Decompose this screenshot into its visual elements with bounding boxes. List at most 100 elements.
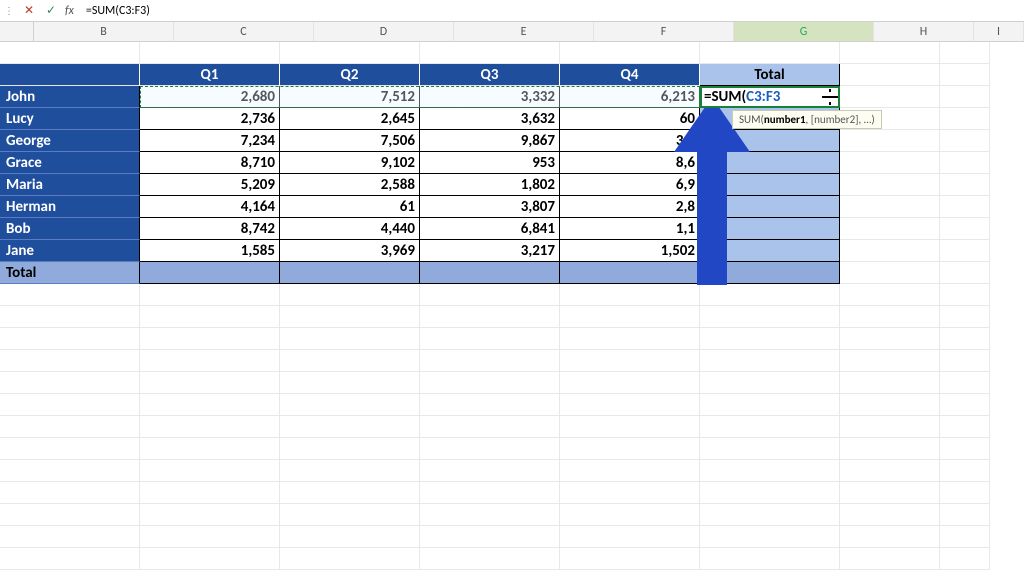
- cell[interactable]: [840, 482, 940, 504]
- cell[interactable]: [0, 284, 140, 306]
- cell[interactable]: 5,209: [140, 174, 280, 196]
- row-name[interactable]: George: [0, 130, 140, 152]
- col-header-I[interactable]: I: [974, 22, 1024, 41]
- cell[interactable]: 3,217: [420, 240, 560, 262]
- cell[interactable]: [420, 42, 560, 64]
- cell[interactable]: [420, 394, 560, 416]
- cell[interactable]: [840, 284, 940, 306]
- cell[interactable]: [940, 240, 990, 262]
- cell[interactable]: [940, 460, 990, 482]
- cell[interactable]: 6,841: [420, 218, 560, 240]
- cell[interactable]: [140, 394, 280, 416]
- cell[interactable]: [840, 218, 940, 240]
- cell[interactable]: [420, 350, 560, 372]
- formula-input[interactable]: =SUM(C3:F3): [80, 4, 1024, 18]
- cell[interactable]: [840, 394, 940, 416]
- cell[interactable]: 3,8: [560, 130, 700, 152]
- cell-total-row[interactable]: [420, 262, 560, 284]
- cell[interactable]: [840, 152, 940, 174]
- cell[interactable]: 2,645: [280, 108, 420, 130]
- cell[interactable]: 3,332: [420, 86, 560, 108]
- cell[interactable]: [940, 548, 990, 570]
- cell[interactable]: [420, 372, 560, 394]
- row-name[interactable]: Grace: [0, 152, 140, 174]
- row-total-label[interactable]: Total: [0, 262, 140, 284]
- col-header-H[interactable]: H: [874, 22, 974, 41]
- cell[interactable]: [560, 328, 700, 350]
- col-header-G[interactable]: G: [734, 22, 874, 41]
- cell[interactable]: [840, 306, 940, 328]
- cell[interactable]: [840, 196, 940, 218]
- cell[interactable]: [700, 504, 840, 526]
- cell[interactable]: [700, 372, 840, 394]
- cell[interactable]: [700, 526, 840, 548]
- cell[interactable]: [280, 328, 420, 350]
- cell[interactable]: [840, 350, 940, 372]
- cell[interactable]: [700, 548, 840, 570]
- cell[interactable]: [280, 284, 420, 306]
- cell[interactable]: 7,512: [280, 86, 420, 108]
- cell[interactable]: [140, 328, 280, 350]
- row-name[interactable]: Jane: [0, 240, 140, 262]
- cell[interactable]: 8,710: [140, 152, 280, 174]
- cell[interactable]: [420, 548, 560, 570]
- cell[interactable]: 1,802: [420, 174, 560, 196]
- row-name[interactable]: Maria: [0, 174, 140, 196]
- cell[interactable]: [140, 350, 280, 372]
- cell[interactable]: [560, 504, 700, 526]
- cell[interactable]: [560, 438, 700, 460]
- cell[interactable]: 60: [560, 108, 700, 130]
- cell[interactable]: [420, 526, 560, 548]
- cell[interactable]: [280, 526, 420, 548]
- cell[interactable]: [0, 482, 140, 504]
- cell[interactable]: [700, 460, 840, 482]
- cell-total[interactable]: [700, 130, 840, 152]
- cell[interactable]: [840, 86, 940, 108]
- cell[interactable]: [280, 416, 420, 438]
- cell[interactable]: 7,234: [140, 130, 280, 152]
- cell-total[interactable]: [700, 152, 840, 174]
- cell-total-row[interactable]: [280, 262, 420, 284]
- cell-grand-total[interactable]: [700, 262, 840, 284]
- cell[interactable]: [840, 438, 940, 460]
- cell-total-row[interactable]: [560, 262, 700, 284]
- cell[interactable]: [0, 372, 140, 394]
- cell[interactable]: 6,9: [560, 174, 700, 196]
- cell[interactable]: [840, 504, 940, 526]
- cell[interactable]: [560, 526, 700, 548]
- cell[interactable]: [940, 416, 990, 438]
- cell[interactable]: 8,6: [560, 152, 700, 174]
- cell[interactable]: [840, 328, 940, 350]
- col-header-D[interactable]: D: [314, 22, 454, 41]
- header-q4[interactable]: Q4: [560, 64, 700, 86]
- cell[interactable]: [140, 284, 280, 306]
- cell[interactable]: 6,213: [560, 86, 700, 108]
- cell[interactable]: [840, 64, 940, 86]
- cell[interactable]: [840, 460, 940, 482]
- cell[interactable]: [560, 482, 700, 504]
- cell[interactable]: [140, 438, 280, 460]
- cell[interactable]: [940, 262, 990, 284]
- cell[interactable]: 3,807: [420, 196, 560, 218]
- cell[interactable]: [940, 526, 990, 548]
- cell[interactable]: 3,969: [280, 240, 420, 262]
- cell[interactable]: [940, 328, 990, 350]
- cell[interactable]: [560, 42, 700, 64]
- cell[interactable]: [700, 42, 840, 64]
- cell[interactable]: [280, 394, 420, 416]
- cell[interactable]: [0, 42, 140, 64]
- cell[interactable]: [560, 460, 700, 482]
- cell[interactable]: [560, 416, 700, 438]
- cell[interactable]: [420, 460, 560, 482]
- cell[interactable]: [280, 438, 420, 460]
- cell[interactable]: [140, 42, 280, 64]
- cell[interactable]: [700, 306, 840, 328]
- cell[interactable]: [280, 548, 420, 570]
- cell[interactable]: [940, 130, 990, 152]
- cell[interactable]: [700, 482, 840, 504]
- cell[interactable]: [140, 372, 280, 394]
- cell[interactable]: [140, 548, 280, 570]
- cell[interactable]: [840, 416, 940, 438]
- col-header-E[interactable]: E: [454, 22, 594, 41]
- cell[interactable]: [700, 394, 840, 416]
